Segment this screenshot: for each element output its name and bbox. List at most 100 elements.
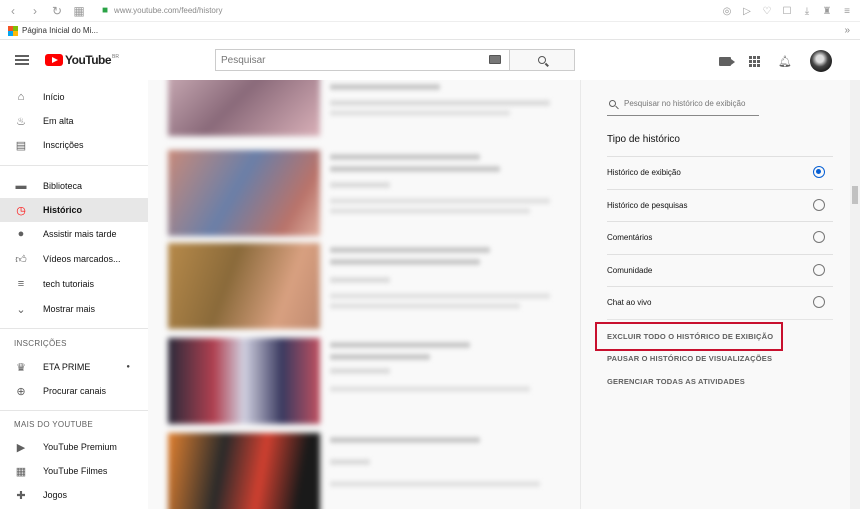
blurred-text: [330, 259, 480, 265]
home-icon: ⌂: [17, 91, 25, 103]
blurred-text: [330, 84, 440, 90]
sidebar-item-premium[interactable]: ▶ YouTube Premium: [0, 435, 148, 459]
radio-button[interactable]: [813, 264, 825, 276]
option-community[interactable]: Comunidade: [607, 254, 833, 286]
tabs-grid-icon[interactable]: ▦: [70, 4, 88, 18]
sidebar-item-show-more[interactable]: ⌄ Mostrar mais: [0, 297, 148, 321]
sidebar-item-channel[interactable]: ♛ ETA PRIME ●: [0, 355, 148, 379]
radio-button[interactable]: [813, 296, 825, 308]
clear-all-watch-history-button[interactable]: EXCLUIR TODO O HISTÓRICO DE EXIBIÇÃO: [607, 332, 773, 341]
search-input[interactable]: [215, 49, 510, 71]
search-bar: [215, 49, 575, 71]
sidebar-item-home[interactable]: ⌂ Início: [0, 85, 148, 109]
video-thumbnail[interactable]: [168, 243, 320, 329]
browser-toolbar: ‹ › ↻ ▦ ■ www.youtube.com/feed/history ◎…: [0, 0, 860, 22]
subscriptions-icon: ▤: [15, 139, 27, 152]
gamepad-icon: ✚: [16, 489, 26, 502]
scrollbar-thumb[interactable]: [852, 186, 858, 204]
divider: [607, 319, 833, 320]
sidebar-item-movies[interactable]: ▦ YouTube Filmes: [0, 459, 148, 483]
history-search-field[interactable]: Pesquisar no histórico de exibição: [607, 92, 759, 116]
manage-all-activity-button[interactable]: GERENCIAR TODAS AS ATIVIDADES: [607, 377, 745, 386]
video-thumbnail[interactable]: [168, 80, 320, 136]
option-comments[interactable]: Comentários: [607, 221, 833, 253]
hamburger-menu-icon[interactable]: [15, 53, 29, 67]
forward-icon[interactable]: ›: [26, 4, 44, 18]
reload-icon[interactable]: ↻: [48, 4, 66, 18]
pause-watch-history-button[interactable]: PAUSAR O HISTÓRICO DE VISUALIZAÇÕES: [607, 354, 772, 363]
history-type-heading: Tipo de histórico: [607, 134, 680, 145]
search-icon: [538, 56, 546, 64]
sidebar-item-label: Vídeos marcados...: [43, 254, 121, 264]
radio-button[interactable]: [813, 199, 825, 211]
back-icon[interactable]: ‹: [4, 4, 22, 18]
fire-icon: ♨: [16, 115, 26, 128]
sidebar-item-label: Biblioteca: [43, 181, 83, 191]
blurred-text: [330, 386, 530, 392]
camera-icon[interactable]: ◎: [720, 6, 734, 17]
keyboard-icon[interactable]: [489, 55, 501, 64]
play-icon[interactable]: ▷: [740, 6, 754, 17]
bookmark-icon[interactable]: ☐: [780, 6, 794, 17]
blurred-text: [330, 182, 390, 188]
history-icon: ◷: [16, 204, 26, 217]
create-video-icon[interactable]: [719, 56, 736, 66]
new-content-dot: ●: [126, 364, 130, 370]
blurred-text: [330, 247, 490, 253]
blurred-text: [330, 100, 550, 106]
radio-button-checked[interactable]: [813, 166, 825, 178]
blurred-text: [330, 437, 480, 443]
radio-button[interactable]: [813, 231, 825, 243]
search-button[interactable]: [510, 49, 575, 71]
video-item[interactable]: [168, 338, 548, 426]
divider: [0, 165, 148, 166]
sidebar-item-gaming[interactable]: ✚ Jogos: [0, 483, 148, 507]
option-label: Histórico de pesquisas: [607, 201, 688, 210]
option-live-chat[interactable]: Chat ao vivo: [607, 286, 833, 318]
divider: [0, 410, 148, 411]
video-item[interactable]: [168, 243, 550, 331]
sidebar-item-liked-videos[interactable]: 👍︎ Vídeos marcados...: [0, 247, 148, 271]
sidebar-item-label: YouTube Premium: [43, 442, 117, 452]
blurred-text: [330, 342, 470, 348]
sidebar-item-label: Procurar canais: [43, 386, 107, 396]
video-item[interactable]: [168, 80, 550, 138]
apps-icon[interactable]: [749, 55, 761, 67]
video-thumbnail[interactable]: [168, 338, 320, 424]
youtube-play-icon: [45, 54, 63, 66]
youtube-logo[interactable]: YouTube BR: [45, 53, 119, 67]
add-circle-icon: ⊕: [16, 385, 26, 398]
video-item[interactable]: [168, 433, 548, 509]
bookmarks-overflow[interactable]: »: [844, 25, 850, 36]
blurred-text: [330, 277, 390, 283]
more-from-youtube-heading: MAIS DO YOUTUBE: [14, 420, 94, 429]
option-search-history[interactable]: Histórico de pesquisas: [607, 189, 833, 221]
bookmark-link[interactable]: Página Inicial do Mi...: [22, 26, 98, 35]
menu-icon[interactable]: ≡: [840, 6, 854, 17]
sidebar-item-watch-later[interactable]: ● Assistir mais tarde: [0, 222, 148, 246]
video-item[interactable]: [168, 150, 550, 238]
video-thumbnail[interactable]: [168, 150, 320, 236]
avatar[interactable]: [810, 50, 832, 72]
option-watch-history[interactable]: Histórico de exibição: [607, 156, 833, 188]
notifications-bell-icon[interactable]: 🔔︎: [778, 55, 792, 68]
sidebar-item-browse-channels[interactable]: ⊕ Procurar canais: [0, 379, 148, 403]
sidebar-item-label: Jogos: [43, 490, 68, 500]
page-scrollbar[interactable]: [850, 80, 860, 509]
film-icon: ▦: [15, 465, 27, 478]
sidebar-item-library[interactable]: ▬ Biblioteca: [0, 174, 148, 198]
blurred-text: [330, 459, 370, 465]
youtube-premium-icon: ▶: [16, 441, 26, 454]
heart-icon[interactable]: ♡: [760, 6, 774, 17]
download-icon[interactable]: ⤓: [800, 6, 814, 17]
sidebar-item-trending[interactable]: ♨ Em alta: [0, 109, 148, 133]
sidebar-item-history[interactable]: ◷ Histórico: [0, 198, 148, 222]
sidebar: ⌂ Início ♨ Em alta ▤ Inscrições ▬ Biblio…: [0, 80, 148, 509]
extension-icon[interactable]: ♜: [820, 6, 834, 17]
video-thumbnail[interactable]: [168, 433, 320, 509]
sidebar-item-subscriptions[interactable]: ▤ Inscrições: [0, 133, 148, 157]
history-search-placeholder: Pesquisar no histórico de exibição: [624, 99, 746, 108]
sidebar-item-playlist[interactable]: ≡ tech tutoriais: [0, 272, 148, 296]
logo-country: BR: [112, 54, 119, 60]
address-bar[interactable]: www.youtube.com/feed/history: [114, 6, 223, 15]
